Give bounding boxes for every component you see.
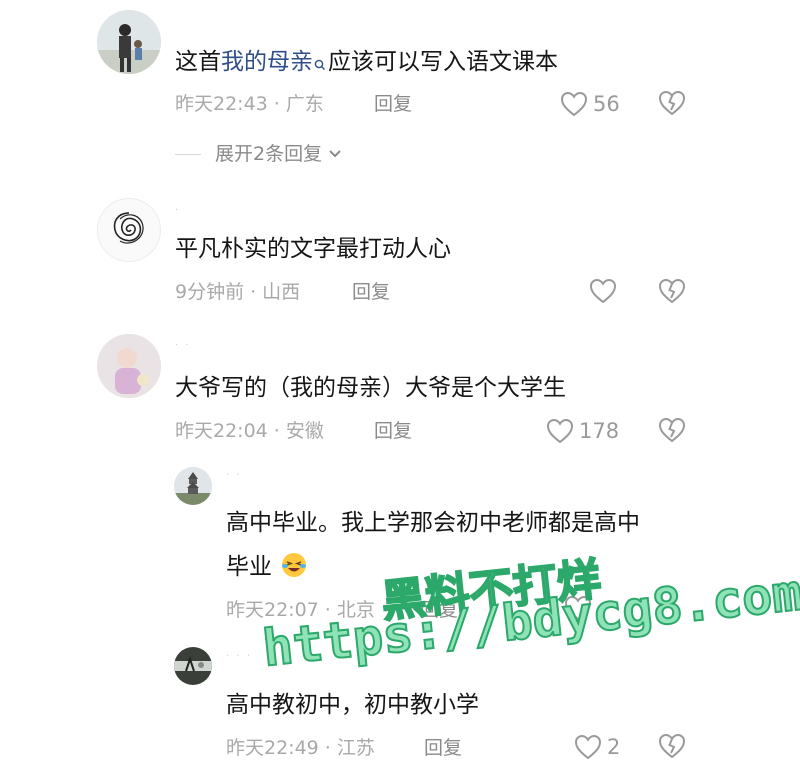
reply-button[interactable]: 回复: [352, 280, 390, 304]
topic-link[interactable]: 我的母亲: [221, 49, 313, 75]
comment-time: 昨天22:43: [175, 93, 268, 115]
reply-button[interactable]: 回复: [374, 92, 412, 116]
like-button[interactable]: 178: [545, 417, 619, 445]
avatar-photo: [174, 647, 212, 685]
avatar[interactable]: [174, 467, 212, 505]
comment-text-suffix: 应该可以写入语文课本: [328, 49, 558, 75]
username-placeholder: · · ·: [226, 651, 252, 662]
dislike-button[interactable]: [657, 732, 687, 764]
comment-text-prefix: 这首: [175, 49, 221, 75]
like-button[interactable]: 56: [559, 90, 620, 118]
avatar[interactable]: [97, 198, 161, 262]
avatar-photo: [97, 334, 161, 398]
avatar-scribble: [113, 212, 144, 244]
reply-text-line1: 高中毕业。我上学那会初中老师都是高中: [226, 510, 640, 536]
avatar-photo: [174, 467, 212, 505]
avatar[interactable]: [174, 647, 212, 685]
reply-time: 昨天22:49: [226, 737, 319, 759]
search-icon: [314, 49, 326, 79]
dislike-heart-icon: [658, 278, 686, 304]
heart-icon: [546, 418, 574, 444]
like-count: 2: [607, 735, 621, 759]
comment-meta: 9分钟前 · 山西: [175, 281, 301, 303]
expand-replies-label: 展开2条回复: [215, 143, 323, 165]
comment-text: 平凡朴实的文字最打动人心: [175, 236, 451, 262]
like-count: 178: [579, 419, 620, 443]
heart-icon: [560, 91, 588, 117]
comment-location: 安徽: [285, 420, 324, 442]
reply-text-line2-text: 毕业: [226, 554, 272, 580]
username-placeholder: · ·: [226, 470, 242, 481]
dislike-heart-icon: [658, 733, 686, 759]
avatar-photo: [97, 10, 161, 74]
dislike-heart-icon: [658, 417, 686, 443]
like-button[interactable]: [588, 277, 618, 309]
reply-meta: 昨天22:49 · 江苏: [226, 737, 375, 759]
chevron-down-icon: [329, 150, 341, 158]
reply-button[interactable]: 回复: [424, 736, 462, 760]
reply-text-line2: 毕业: [226, 551, 308, 582]
avatar[interactable]: [97, 334, 161, 398]
dislike-button[interactable]: [657, 89, 687, 121]
avatar[interactable]: [97, 10, 161, 74]
username-placeholder: ·: [175, 205, 181, 216]
laughing-emoji-icon: [282, 553, 307, 577]
reply-text: 高中教初中，初中教小学: [226, 692, 479, 718]
heart-icon: [574, 734, 602, 760]
comment-text: 大爷写的（我的母亲）大爷是个大学生: [175, 375, 566, 401]
dislike-button[interactable]: [657, 416, 687, 448]
dislike-heart-icon: [658, 90, 686, 116]
reply-button[interactable]: 回复: [374, 419, 412, 443]
comment-time: 9分钟前: [175, 281, 245, 303]
comment-location: 广东: [285, 93, 324, 115]
expand-replies-button[interactable]: 展开2条回复: [215, 142, 344, 166]
comment-meta: 昨天22:43 · 广东: [175, 93, 324, 115]
heart-icon: [589, 278, 617, 304]
comment-text: 这首我的母亲 应该可以写入语文课本: [175, 47, 558, 79]
reply-location: 江苏: [336, 737, 375, 759]
dislike-button[interactable]: [657, 277, 687, 309]
comment-meta: 昨天22:04 · 安徽: [175, 420, 324, 442]
like-count: 56: [593, 92, 620, 116]
comment-location: 山西: [262, 281, 301, 303]
comment-time: 昨天22:04: [175, 420, 268, 442]
expand-divider: [175, 154, 201, 155]
username-placeholder: · ·: [175, 340, 191, 351]
like-button[interactable]: 2: [573, 733, 620, 761]
